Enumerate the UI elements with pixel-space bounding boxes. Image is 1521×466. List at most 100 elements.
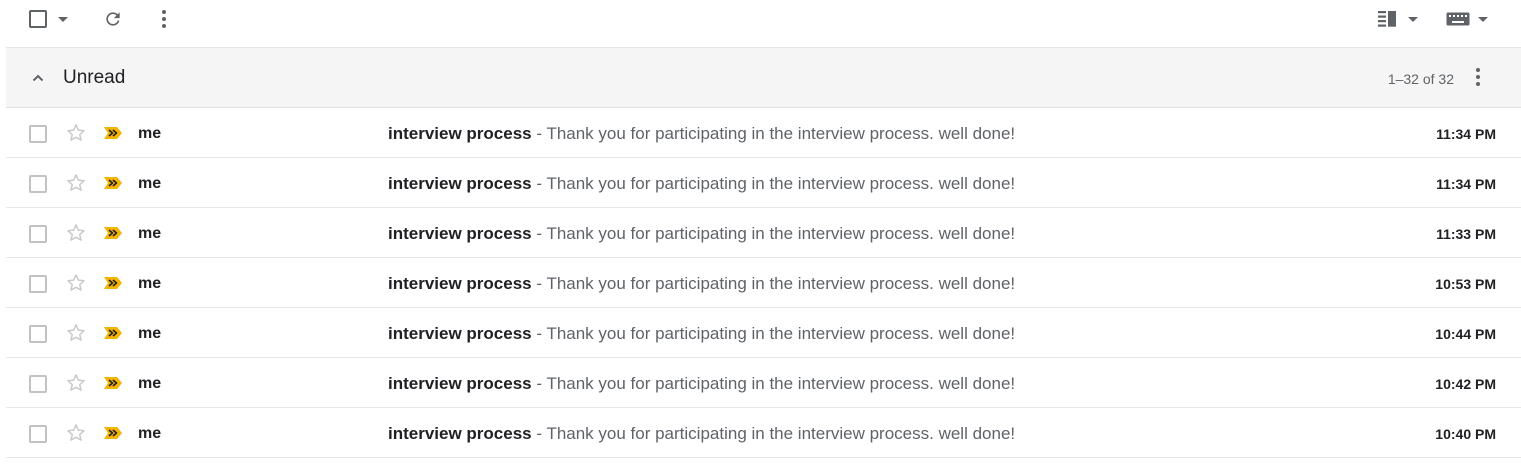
- row-checkbox[interactable]: [29, 425, 47, 443]
- email-snippet: Thank you for participating in the inter…: [546, 424, 1016, 443]
- star-icon: [67, 324, 85, 341]
- row-checkbox[interactable]: [29, 325, 47, 343]
- message-count: 1–32 of 32: [1387, 71, 1454, 87]
- email-subject: interview process: [388, 424, 532, 443]
- sender-name: me: [138, 325, 162, 342]
- separator: -: [531, 124, 547, 143]
- star-button[interactable]: [65, 372, 87, 394]
- checkbox-icon: [29, 10, 47, 28]
- important-marker-icon: [104, 127, 122, 139]
- star-icon: [67, 274, 85, 291]
- email-snippet: Thank you for participating in the inter…: [546, 174, 1016, 193]
- email-list: me interview process - Thank you for par…: [6, 108, 1521, 458]
- importance-marker[interactable]: [103, 126, 123, 140]
- email-subject: interview process: [388, 224, 532, 243]
- email-time: 10:40 PM: [1435, 426, 1496, 442]
- star-button[interactable]: [65, 272, 87, 294]
- email-time: 11:34 PM: [1436, 176, 1496, 192]
- unread-section-header: Unread 1–32 of 32: [6, 48, 1521, 108]
- more-vert-icon: [162, 10, 166, 28]
- important-marker-icon: [104, 377, 122, 389]
- email-row[interactable]: me interview process - Thank you for par…: [6, 158, 1521, 208]
- refresh-button[interactable]: [102, 8, 124, 30]
- star-button[interactable]: [65, 422, 87, 444]
- star-button[interactable]: [65, 322, 87, 344]
- email-snippet: Thank you for participating in the inter…: [546, 124, 1016, 143]
- separator: -: [531, 224, 547, 243]
- star-icon: [67, 424, 85, 441]
- select-options-dropdown[interactable]: [58, 16, 68, 22]
- email-content: interview process - Thank you for partic…: [388, 323, 1015, 345]
- split-pane-icon: [1378, 11, 1396, 27]
- email-snippet: Thank you for participating in the inter…: [546, 224, 1016, 243]
- email-content: interview process - Thank you for partic…: [388, 223, 1015, 245]
- sender-name: me: [138, 425, 162, 442]
- email-row[interactable]: me interview process - Thank you for par…: [6, 258, 1521, 308]
- email-time: 10:42 PM: [1435, 376, 1496, 392]
- email-time: 11:33 PM: [1436, 226, 1496, 242]
- collapse-section-button[interactable]: [30, 70, 46, 86]
- caret-down-icon: [58, 16, 68, 22]
- toolbar: [6, 0, 1521, 48]
- email-row[interactable]: me interview process - Thank you for par…: [6, 208, 1521, 258]
- email-snippet: Thank you for participating in the inter…: [546, 374, 1016, 393]
- select-all-checkbox[interactable]: [28, 9, 48, 29]
- section-title: Unread: [63, 67, 126, 88]
- input-tools-dropdown[interactable]: [1478, 16, 1488, 22]
- email-content: interview process - Thank you for partic…: [388, 423, 1015, 445]
- importance-marker[interactable]: [103, 226, 123, 240]
- chevron-up-icon: [32, 74, 44, 82]
- sender-name: me: [138, 225, 162, 242]
- email-row[interactable]: me interview process - Thank you for par…: [6, 308, 1521, 358]
- star-icon: [67, 374, 85, 391]
- sender-name: me: [138, 175, 162, 192]
- star-button[interactable]: [65, 122, 87, 144]
- row-checkbox[interactable]: [29, 275, 47, 293]
- star-icon: [67, 174, 85, 191]
- email-subject: interview process: [388, 324, 532, 343]
- more-vert-icon: [1476, 68, 1480, 86]
- email-content: interview process - Thank you for partic…: [388, 373, 1015, 395]
- email-row[interactable]: me interview process - Thank you for par…: [6, 108, 1521, 158]
- importance-marker[interactable]: [103, 426, 123, 440]
- sender-name: me: [138, 275, 162, 292]
- separator: -: [531, 324, 547, 343]
- input-tools-button[interactable]: [1446, 11, 1470, 27]
- email-time: 11:34 PM: [1436, 126, 1496, 142]
- importance-marker[interactable]: [103, 276, 123, 290]
- star-icon: [67, 124, 85, 141]
- split-pane-dropdown[interactable]: [1408, 16, 1418, 22]
- important-marker-icon: [104, 227, 122, 239]
- caret-down-icon: [1408, 16, 1418, 22]
- row-checkbox[interactable]: [29, 375, 47, 393]
- separator: -: [531, 424, 547, 443]
- email-snippet: Thank you for participating in the inter…: [546, 324, 1016, 343]
- email-time: 10:44 PM: [1435, 326, 1496, 342]
- important-marker-icon: [104, 177, 122, 189]
- refresh-icon: [106, 12, 120, 26]
- more-options-button[interactable]: [156, 8, 172, 30]
- gmail-inbox: Unread 1–32 of 32 me interview process -…: [0, 0, 1521, 466]
- row-checkbox[interactable]: [29, 225, 47, 243]
- row-checkbox[interactable]: [29, 125, 47, 143]
- email-subject: interview process: [388, 374, 532, 393]
- section-options-button[interactable]: [1475, 67, 1491, 89]
- email-row[interactable]: me interview process - Thank you for par…: [6, 408, 1521, 458]
- importance-marker[interactable]: [103, 176, 123, 190]
- row-checkbox[interactable]: [29, 175, 47, 193]
- importance-marker[interactable]: [103, 376, 123, 390]
- star-button[interactable]: [65, 172, 87, 194]
- email-content: interview process - Thank you for partic…: [388, 123, 1015, 145]
- split-pane-button[interactable]: [1376, 9, 1400, 29]
- email-subject: interview process: [388, 274, 532, 293]
- important-marker-icon: [104, 427, 122, 439]
- star-button[interactable]: [65, 222, 87, 244]
- importance-marker[interactable]: [103, 326, 123, 340]
- email-time: 10:53 PM: [1435, 276, 1496, 292]
- keyboard-icon: [1446, 12, 1470, 26]
- sender-name: me: [138, 375, 162, 392]
- caret-down-icon: [1478, 16, 1488, 22]
- email-subject: interview process: [388, 174, 532, 193]
- separator: -: [531, 274, 547, 293]
- email-row[interactable]: me interview process - Thank you for par…: [6, 358, 1521, 408]
